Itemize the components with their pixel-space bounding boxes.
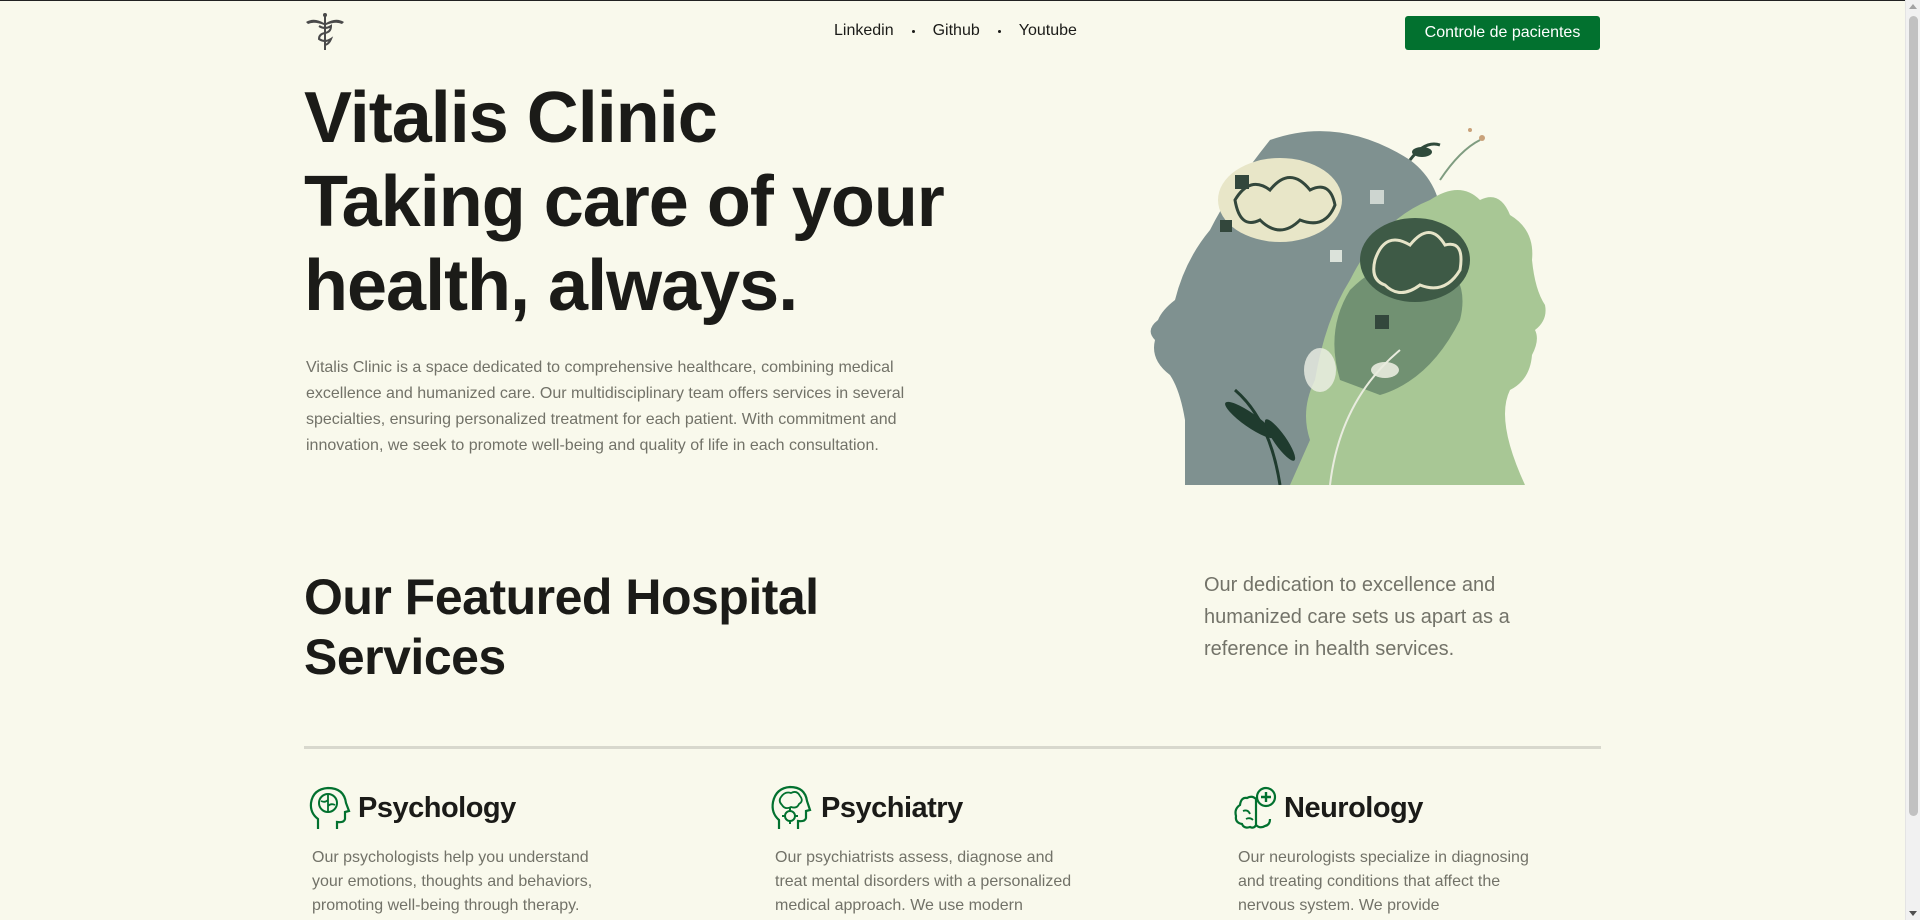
services-tagline: Our dedication to excellence and humaniz… xyxy=(1204,574,1510,660)
scroll-up-arrow-icon[interactable] xyxy=(1909,4,1917,9)
hero-intro: Vitalis Clinic is a space dedicated to c… xyxy=(306,359,905,454)
nav-separator xyxy=(911,29,915,33)
scroll-down-arrow-icon[interactable] xyxy=(1909,911,1917,916)
neurology-brain-icon xyxy=(1234,786,1277,829)
top-nav: Linkedin Github Youtube xyxy=(834,22,1077,40)
patient-control-button[interactable]: Controle de pacientes xyxy=(1405,16,1600,50)
service-description: Our neurologists specialize in diagnosin… xyxy=(1238,849,1529,914)
service-card-psychiatry: Psychiatry Our psychiatrists assess, dia… xyxy=(767,782,1107,918)
service-title: Psychology xyxy=(358,791,516,824)
nav-link-github[interactable]: Github xyxy=(933,22,980,40)
services-title: Our Featured Hospital Services xyxy=(304,567,904,687)
hero-title-line: Vitalis Clinic xyxy=(304,78,718,158)
window-top-border xyxy=(0,0,1920,1)
hero-title-line: Taking care of your xyxy=(304,162,945,242)
section-divider xyxy=(304,746,1601,749)
service-title: Psychiatry xyxy=(821,791,963,824)
caduceus-logo-icon[interactable] xyxy=(304,12,346,52)
mental-health-heads-illustration xyxy=(1150,128,1546,485)
hero-title-line: health, always. xyxy=(304,246,798,326)
psychiatry-gear-head-icon xyxy=(771,785,812,829)
services-title-line: Our Featured Hospital xyxy=(304,569,819,625)
page-scrollbar[interactable] xyxy=(1905,0,1920,920)
nav-link-youtube[interactable]: Youtube xyxy=(1019,22,1077,40)
service-description: Our psychologists help you understand yo… xyxy=(312,849,593,914)
hero-title: Vitalis Clinic Taking care of your healt… xyxy=(304,76,945,328)
service-description: Our psychiatrists assess, diagnose and t… xyxy=(775,849,1072,914)
scrollbar-thumb[interactable] xyxy=(1909,16,1918,816)
nav-separator xyxy=(997,29,1001,33)
service-card-neurology: Neurology Our neurologists specialize in… xyxy=(1230,782,1570,918)
psychology-head-icon xyxy=(309,786,351,829)
nav-link-linkedin[interactable]: Linkedin xyxy=(834,22,894,40)
services-title-line: Services xyxy=(304,629,506,685)
service-card-psychology: Psychology Our psychologists help you un… xyxy=(304,782,644,918)
service-title: Neurology xyxy=(1284,791,1423,824)
